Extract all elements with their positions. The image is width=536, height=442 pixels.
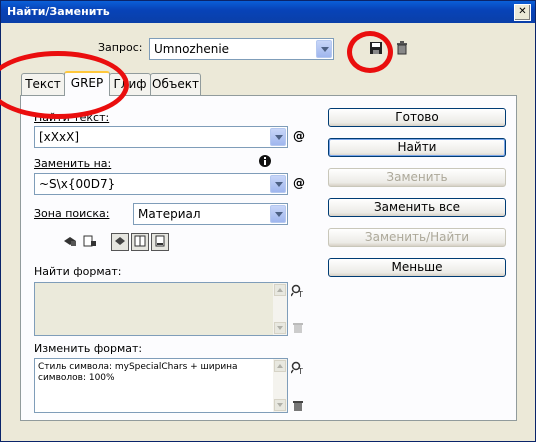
chevron-down-icon[interactable] bbox=[270, 205, 286, 223]
replace-button[interactable]: Заменить bbox=[328, 168, 506, 187]
find-replace-dialog: Найти/Заменить ✕ Запрос: Umnozhenie Текс… bbox=[0, 0, 536, 442]
change-format-value: Стиль символа: mySpecialChars + ширина с… bbox=[38, 362, 238, 383]
change-format-label: Изменить формат: bbox=[34, 342, 143, 355]
replace-all-button[interactable]: Заменить все bbox=[328, 198, 506, 217]
chevron-down-icon[interactable] bbox=[316, 40, 332, 58]
info-icon bbox=[258, 155, 272, 169]
svg-text:T: T bbox=[297, 290, 303, 298]
special-chars-icon[interactable]: @ bbox=[292, 176, 306, 190]
replace-label: Заменить на: bbox=[34, 157, 112, 170]
find-button[interactable]: Найти bbox=[328, 138, 506, 157]
replace-find-button[interactable]: Заменить/Найти bbox=[328, 228, 506, 247]
replace-text-value: ~S\x{00D7} bbox=[39, 177, 116, 191]
find-text-value: [xXxX] bbox=[39, 130, 80, 144]
svg-text:T: T bbox=[297, 367, 303, 375]
include-locked-layers-icon[interactable] bbox=[63, 235, 77, 249]
find-format-box[interactable] bbox=[34, 282, 288, 336]
title-bar: Найти/Заменить ✕ bbox=[1, 1, 535, 23]
query-value: Umnozhenie bbox=[154, 42, 230, 56]
scope-label: Зона поиска: bbox=[34, 207, 110, 220]
specify-change-format-icon[interactable]: T bbox=[290, 361, 305, 376]
include-hidden-layers-icon[interactable] bbox=[111, 233, 129, 251]
scope-value: Материал bbox=[138, 207, 201, 221]
done-button[interactable]: Готово bbox=[328, 108, 506, 127]
tab-glyph[interactable]: Глиф bbox=[109, 73, 151, 95]
delete-query-icon[interactable] bbox=[395, 40, 409, 55]
clear-change-format-icon[interactable] bbox=[291, 399, 305, 413]
special-chars-icon[interactable]: @ bbox=[292, 129, 306, 143]
clear-find-format-icon bbox=[291, 321, 305, 335]
query-label: Запрос: bbox=[98, 41, 143, 54]
include-locked-stories-icon[interactable] bbox=[83, 235, 97, 249]
scope-select[interactable]: Материал bbox=[133, 203, 288, 225]
tab-grep[interactable]: GREP bbox=[64, 71, 110, 96]
specify-find-format-icon[interactable]: T bbox=[290, 284, 305, 299]
chevron-down-icon[interactable] bbox=[270, 128, 286, 146]
scrollbar[interactable] bbox=[273, 283, 287, 335]
include-footnotes-icon[interactable] bbox=[151, 233, 169, 251]
include-master-pages-icon[interactable] bbox=[131, 233, 149, 251]
find-text-label: Найти текст: bbox=[34, 111, 110, 124]
tab-object[interactable]: Объект bbox=[150, 73, 201, 95]
change-format-box[interactable]: Стиль символа: mySpecialChars + ширина с… bbox=[34, 358, 288, 413]
find-format-label: Найти формат: bbox=[34, 265, 122, 278]
tab-text[interactable]: Текст bbox=[21, 73, 65, 95]
query-select[interactable]: Umnozhenie bbox=[149, 38, 334, 60]
find-text-input[interactable]: [xXxX] bbox=[34, 126, 288, 148]
chevron-down-icon[interactable] bbox=[270, 175, 286, 193]
save-query-icon[interactable] bbox=[369, 41, 383, 55]
less-button[interactable]: Меньше bbox=[328, 258, 506, 277]
close-button[interactable]: ✕ bbox=[514, 4, 531, 21]
window-title: Найти/Заменить bbox=[7, 5, 110, 18]
replace-text-input[interactable]: ~S\x{00D7} bbox=[34, 173, 288, 195]
scrollbar[interactable] bbox=[273, 359, 287, 412]
